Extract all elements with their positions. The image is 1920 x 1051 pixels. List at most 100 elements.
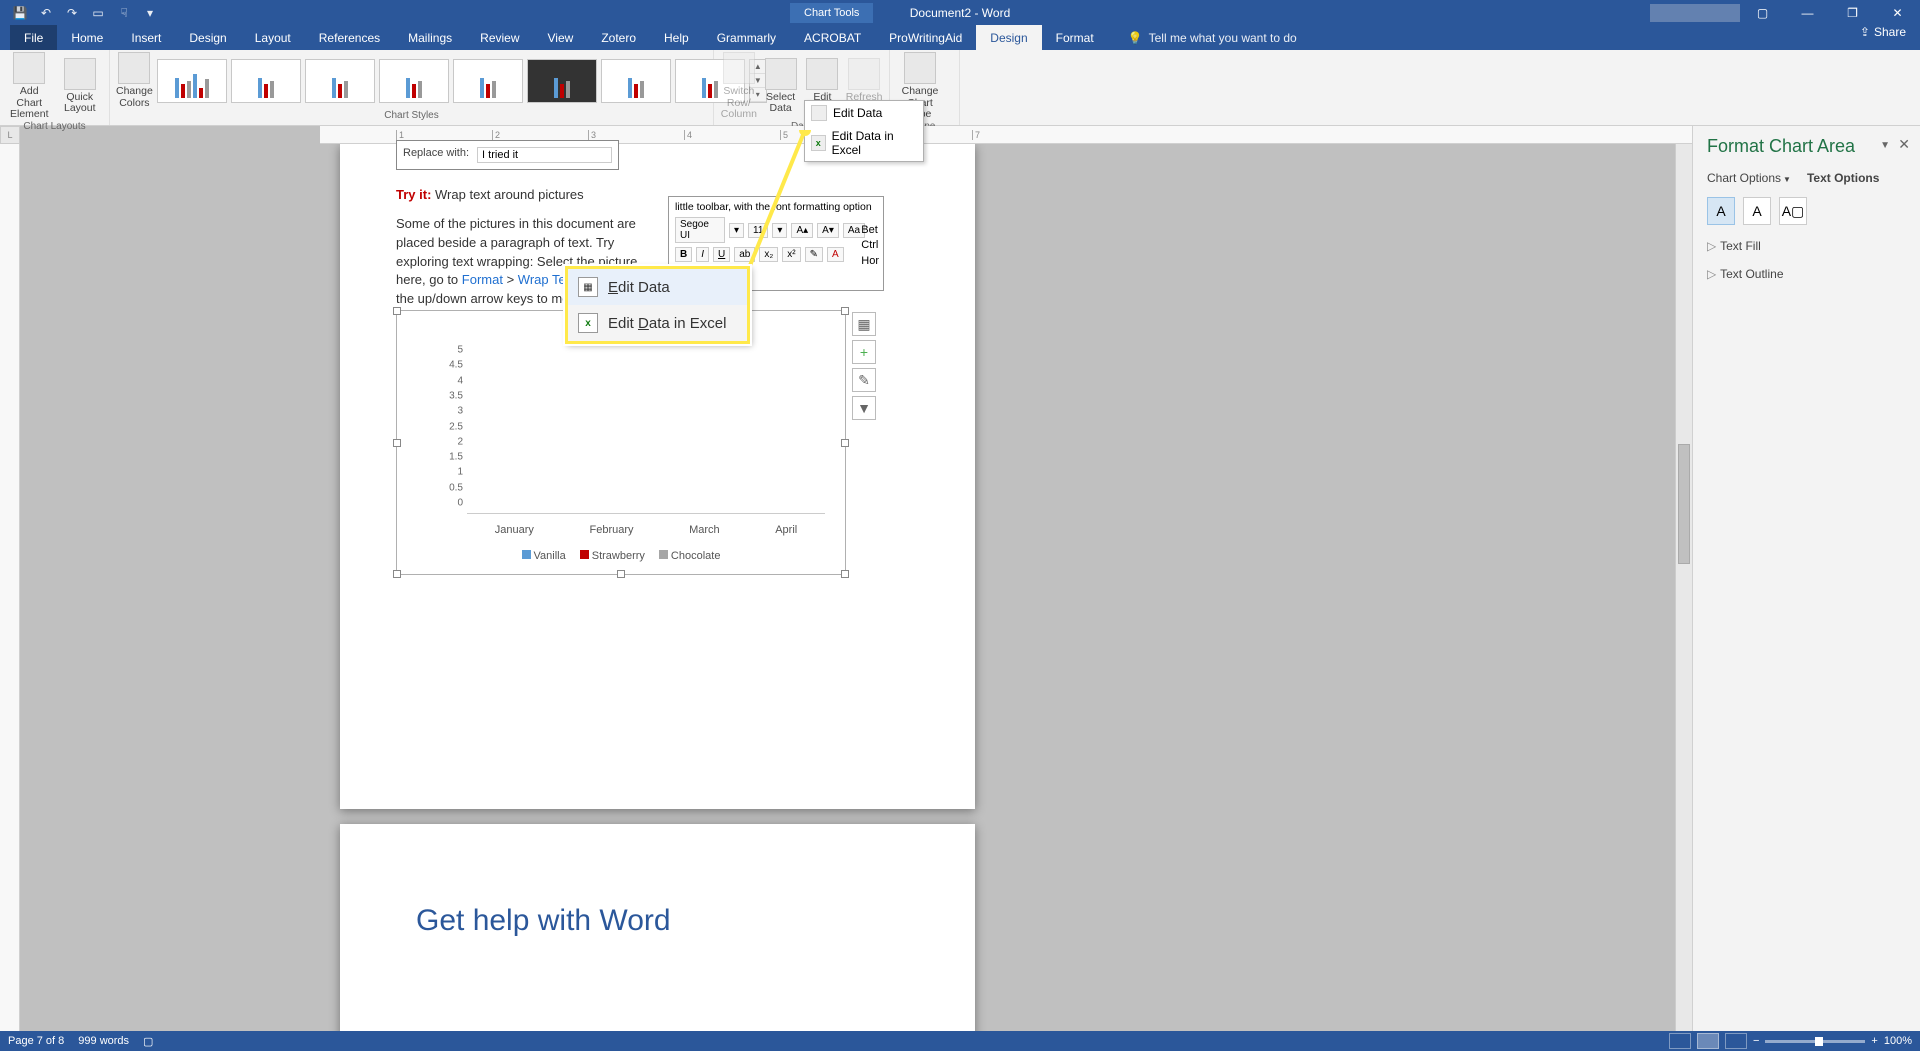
minimize-icon[interactable]: — (1785, 0, 1830, 25)
size-dropdown-icon[interactable]: ▾ (772, 223, 787, 238)
font-size-combo[interactable]: 11 (748, 223, 768, 238)
qat-customize-icon[interactable]: ▾ (142, 5, 158, 21)
tab-references[interactable]: References (305, 25, 394, 50)
undo-icon[interactable]: ↶ (38, 5, 54, 21)
tab-layout[interactable]: Layout (241, 25, 305, 50)
chart-style-3[interactable] (305, 59, 375, 103)
quick-layout-button[interactable]: Quick Layout (57, 58, 104, 115)
chart-style-1[interactable] (157, 59, 227, 103)
legend-item[interactable]: Chocolate (659, 550, 721, 562)
font-name-combo[interactable]: Segoe UI (675, 217, 725, 243)
save-icon[interactable]: 💾 (12, 5, 28, 21)
chart-plot-area[interactable]: 00.511.522.533.544.55 (437, 361, 825, 514)
section-text-fill[interactable]: ▷ Text Fill (1707, 239, 1906, 253)
italic-icon[interactable]: I (696, 247, 709, 262)
tab-mailings[interactable]: Mailings (394, 25, 466, 50)
text-fill-outline-icon[interactable]: A (1707, 197, 1735, 225)
tab-review[interactable]: Review (466, 25, 533, 50)
touch-mode-icon[interactable]: ☟ (116, 5, 132, 21)
change-colors-button[interactable]: Change Colors (116, 52, 153, 109)
status-page[interactable]: Page 7 of 8 (8, 1035, 64, 1047)
tab-insert[interactable]: Insert (117, 25, 175, 50)
menu-edit-data-excel[interactable]: Edit Data in Excel (805, 125, 923, 161)
handle-mid-right[interactable] (841, 439, 849, 447)
zoom-slider[interactable] (1765, 1040, 1865, 1043)
chart-style-6[interactable] (527, 59, 597, 103)
select-data-button[interactable]: Select Data (762, 58, 800, 115)
redo-icon[interactable]: ↷ (64, 5, 80, 21)
superscript-icon[interactable]: x² (782, 247, 800, 262)
chart-filters-icon[interactable]: ▼ (852, 396, 876, 420)
chart-style-2[interactable] (231, 59, 301, 103)
status-words[interactable]: 999 words (78, 1035, 129, 1047)
chart-styles-icon[interactable]: ✎ (852, 368, 876, 392)
chart-style-5[interactable] (453, 59, 523, 103)
scrollbar-thumb[interactable] (1678, 444, 1690, 564)
handle-bot-right[interactable] (841, 570, 849, 578)
grow-font-icon[interactable]: A▴ (791, 223, 813, 238)
add-chart-element-button[interactable]: Add Chart Element (6, 52, 53, 121)
handle-bot-mid[interactable] (617, 570, 625, 578)
tab-prowritingaid[interactable]: ProWritingAid (875, 25, 976, 50)
view-read-mode-icon[interactable] (1669, 1033, 1691, 1049)
chart-elements-icon[interactable]: + (852, 340, 876, 364)
tell-me-search[interactable]: 💡 Tell me what you want to do (1128, 25, 1297, 50)
tab-grammarly[interactable]: Grammarly (703, 25, 790, 50)
layout-options-icon[interactable]: ▦ (852, 312, 876, 336)
spell-check-icon[interactable]: ▢ (143, 1035, 153, 1048)
view-print-layout-icon[interactable] (1697, 1033, 1719, 1049)
callout-edit-data-excel[interactable]: xEdit Data in Excel (568, 305, 747, 341)
tab-chart-design[interactable]: Design (976, 25, 1041, 50)
tab-chart-format[interactable]: Format (1042, 25, 1108, 50)
tab-design[interactable]: Design (175, 25, 240, 50)
view-web-layout-icon[interactable] (1725, 1033, 1747, 1049)
font-color-icon[interactable]: A (827, 247, 844, 262)
menu-edit-data[interactable]: Edit Data (805, 101, 923, 125)
font-dropdown-icon[interactable]: ▾ (729, 223, 744, 238)
tab-home[interactable]: Home (57, 25, 117, 50)
tab-help[interactable]: Help (650, 25, 703, 50)
handle-top-left[interactable] (393, 307, 401, 315)
replace-with-value[interactable]: I tried it (477, 147, 612, 163)
tab-acrobat[interactable]: ACROBAT (790, 25, 875, 50)
ribbon-display-options-icon[interactable]: ▢ (1740, 0, 1785, 25)
vertical-ruler[interactable] (0, 144, 20, 1031)
format-pane-close-icon[interactable]: ✕ (1898, 136, 1910, 153)
legend-item[interactable]: Strawberry (580, 550, 645, 562)
subscript-icon[interactable]: x₂ (759, 247, 778, 262)
handle-top-right[interactable] (841, 307, 849, 315)
zoom-level[interactable]: 100% (1884, 1035, 1912, 1047)
tab-view[interactable]: View (534, 25, 588, 50)
restore-icon[interactable]: ❐ (1830, 0, 1875, 25)
handle-bot-left[interactable] (393, 570, 401, 578)
chart-style-4[interactable] (379, 59, 449, 103)
zoom-slider-knob[interactable] (1815, 1037, 1823, 1046)
underline-icon[interactable]: U (713, 247, 730, 262)
tab-zotero[interactable]: Zotero (587, 25, 650, 50)
chart-style-7[interactable] (601, 59, 671, 103)
shrink-font-icon[interactable]: A▾ (817, 223, 839, 238)
account-box[interactable] (1650, 4, 1740, 22)
format-tab-chart-options[interactable]: Chart Options▼ (1707, 171, 1791, 187)
tab-file[interactable]: File (10, 25, 57, 50)
new-doc-icon[interactable]: ▭ (90, 5, 106, 21)
bold-icon[interactable]: B (675, 247, 692, 262)
text-effects-icon[interactable]: A (1743, 197, 1771, 225)
zoom-out-icon[interactable]: − (1753, 1035, 1759, 1047)
share-button[interactable]: ⇪ Share (1860, 25, 1906, 39)
legend-item[interactable]: Vanilla (522, 550, 566, 562)
handle-mid-left[interactable] (393, 439, 401, 447)
edit-data-icon: ▦ (578, 277, 598, 297)
zoom-in-icon[interactable]: + (1871, 1035, 1877, 1047)
close-icon[interactable]: ✕ (1875, 0, 1920, 25)
highlight-icon[interactable]: ✎ (805, 247, 823, 262)
chart-legend[interactable]: Vanilla Strawberry Chocolate (397, 550, 845, 562)
format-tab-text-options[interactable]: Text Options (1807, 171, 1879, 187)
section-text-outline[interactable]: ▷ Text Outline (1707, 267, 1906, 281)
callout-edit-data[interactable]: ▦Edit Data (568, 269, 747, 305)
chart-object[interactable]: 00.511.522.533.544.55 JanuaryFebruaryMar… (396, 310, 846, 575)
strike-icon[interactable]: ab (734, 247, 755, 262)
format-pane-options-icon[interactable]: ▼ (1880, 140, 1890, 151)
vertical-scrollbar[interactable] (1675, 144, 1692, 1031)
textbox-icon[interactable]: A▢ (1779, 197, 1807, 225)
